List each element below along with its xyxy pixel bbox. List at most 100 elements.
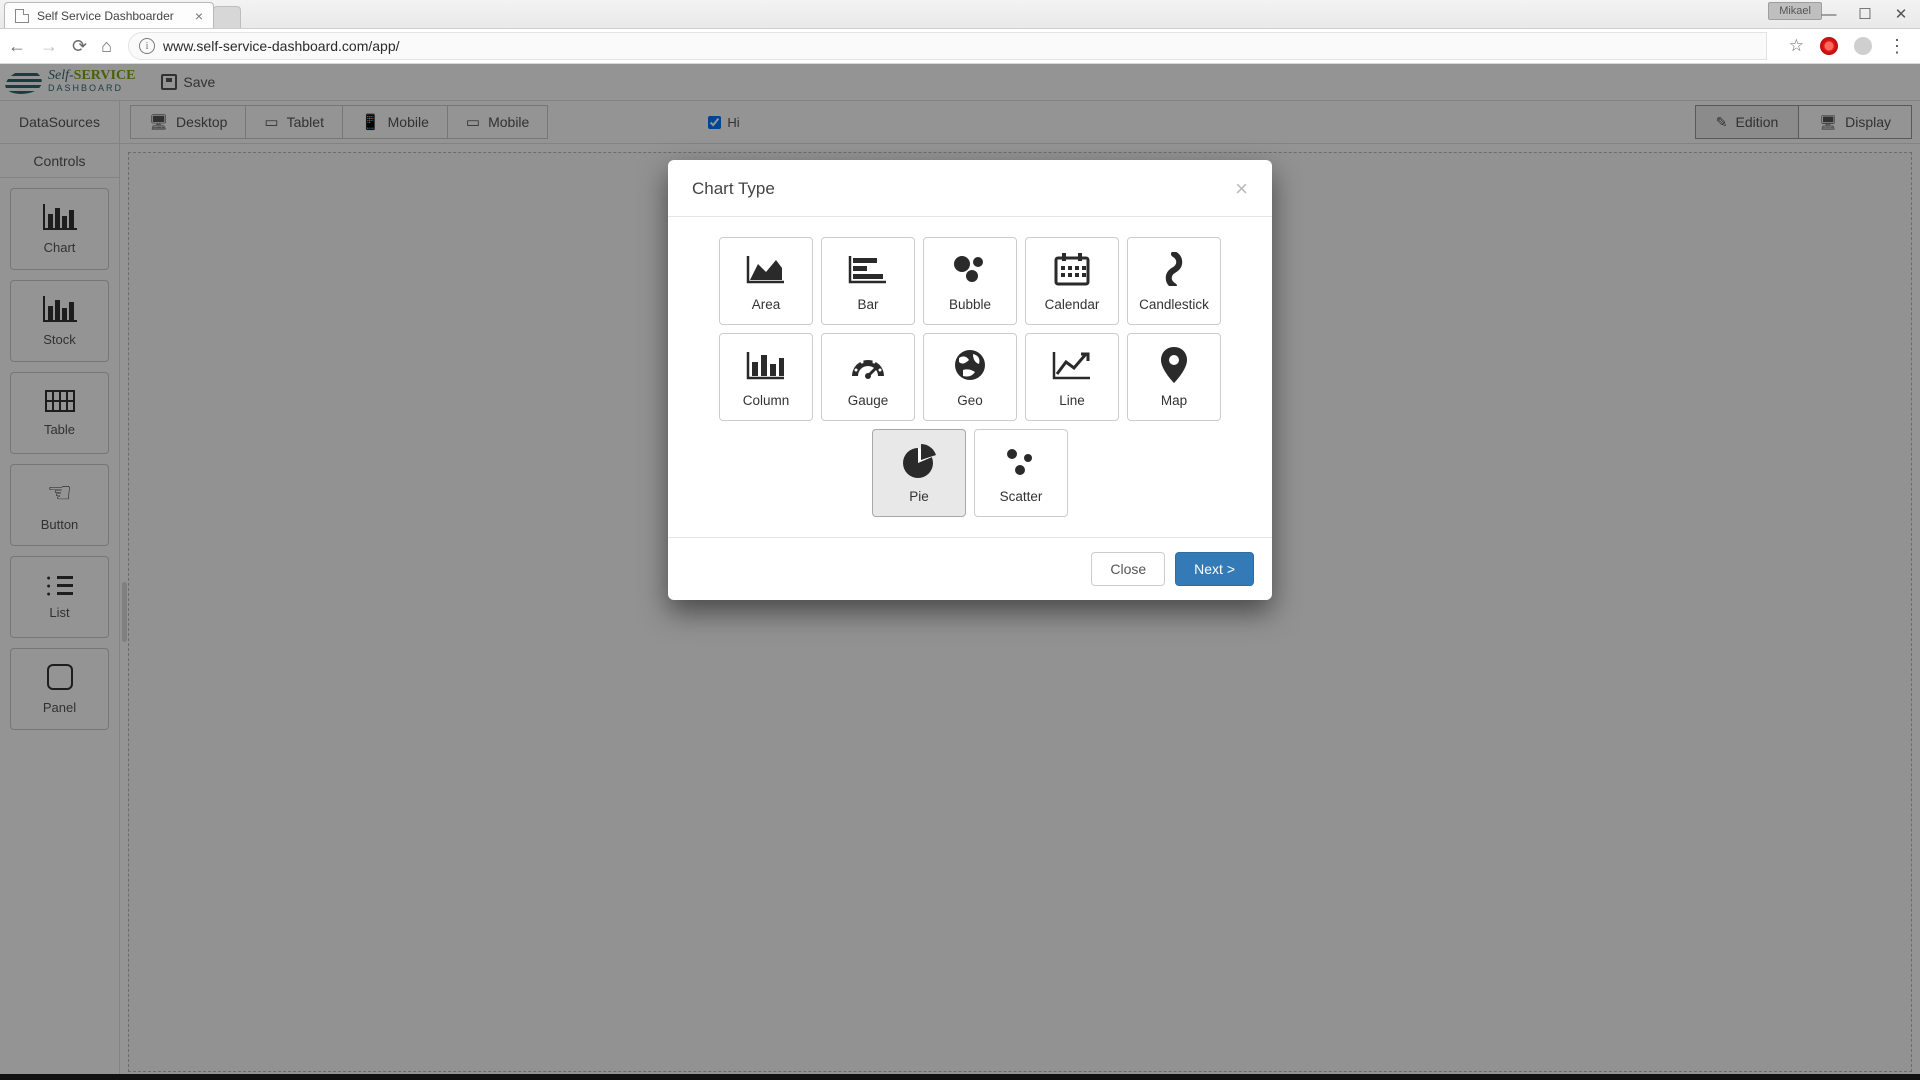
- line-icon: [1052, 347, 1092, 383]
- control-item-panel[interactable]: Panel: [10, 648, 109, 730]
- chart-type-grid: Area Bar BubbleCalendar Candlestick ColumnGa…: [668, 217, 1272, 537]
- hide-label: Hi: [727, 115, 739, 130]
- area-icon: [746, 251, 786, 287]
- device-label: Mobile: [388, 114, 429, 130]
- reload-icon[interactable]: ⟳: [72, 37, 87, 55]
- scatter-icon: [1001, 443, 1041, 479]
- minimize-icon[interactable]: —: [1820, 5, 1838, 23]
- chart-type-scatter[interactable]: Scatter: [974, 429, 1068, 517]
- back-icon[interactable]: ←: [8, 37, 26, 55]
- pointer-icon: ☞: [47, 479, 72, 507]
- splitter-handle[interactable]: [120, 144, 128, 1080]
- sidebar: Controls Chart Stock: [0, 144, 120, 1080]
- app-logo[interactable]: Self-SERVICE DASHBOARD: [6, 70, 135, 94]
- close-button[interactable]: Close: [1091, 552, 1165, 586]
- control-item-stock[interactable]: Stock: [10, 280, 109, 362]
- chart-type-gauge[interactable]: Gauge: [821, 333, 915, 421]
- edit-icon: ✎: [1716, 114, 1728, 131]
- bar-icon: [848, 251, 888, 287]
- desktop-icon: 🖥: [149, 113, 168, 131]
- logo-word1: Self-: [48, 68, 74, 83]
- modal-close-icon[interactable]: ×: [1235, 178, 1248, 200]
- chart-type-label: Line: [1059, 393, 1085, 408]
- mode-tabs: ✎ Edition 🖥 Display: [1695, 105, 1912, 139]
- panel-icon: [47, 664, 73, 690]
- chart-type-pie[interactable]: Pie: [872, 429, 966, 517]
- mode-tab-edition[interactable]: ✎ Edition: [1696, 106, 1799, 138]
- browser-menu-icon[interactable]: ⋮: [1888, 36, 1906, 57]
- home-icon[interactable]: ⌂: [101, 37, 112, 55]
- device-tab-tablet[interactable]: ▭ Tablet: [246, 106, 343, 138]
- chart-type-label: Candlestick: [1139, 297, 1209, 312]
- control-item-chart[interactable]: Chart: [10, 188, 109, 270]
- column-chart-icon: [43, 204, 77, 230]
- mode-label: Edition: [1736, 114, 1779, 130]
- site-info-icon[interactable]: i: [139, 38, 155, 54]
- opera-extension-icon[interactable]: [1820, 37, 1838, 55]
- save-button[interactable]: Save: [153, 70, 223, 94]
- mode-label: Display: [1845, 114, 1891, 130]
- chart-type-label: Geo: [957, 393, 983, 408]
- bubble-icon: [950, 251, 990, 287]
- chart-type-line[interactable]: Line: [1025, 333, 1119, 421]
- device-tab-mobile-portrait[interactable]: 📱 Mobile: [343, 106, 448, 138]
- chart-type-geo[interactable]: Geo: [923, 333, 1017, 421]
- candlestick-icon: [1154, 251, 1194, 287]
- bookmark-icon[interactable]: ☆: [1789, 36, 1804, 56]
- calendar-icon: [1052, 251, 1092, 287]
- hide-checkbox[interactable]: Hi: [708, 115, 739, 130]
- geo-icon: [950, 347, 990, 383]
- control-item-list[interactable]: List: [10, 556, 109, 638]
- list-icon: [47, 575, 73, 595]
- browser-tab-strip: Self Service Dashboarder × Mikael — ☐ ✕: [0, 0, 1920, 28]
- chart-type-bubble[interactable]: Bubble: [923, 237, 1017, 325]
- chart-type-modal: Chart Type × Area Bar BubbleCalendar Candle…: [668, 160, 1272, 600]
- url-text: www.self-service-dashboard.com/app/: [163, 38, 400, 54]
- new-tab-button[interactable]: [213, 6, 241, 28]
- save-icon: [161, 74, 177, 90]
- toolbar: DataSources 🖥 Desktop ▭ Tablet 📱 Mobile …: [0, 100, 1920, 144]
- os-taskbar: [0, 1074, 1920, 1080]
- control-label: Stock: [43, 332, 76, 347]
- device-label: Desktop: [176, 114, 227, 130]
- chart-type-area[interactable]: Area: [719, 237, 813, 325]
- address-bar[interactable]: i www.self-service-dashboard.com/app/: [128, 32, 1767, 60]
- device-label: Mobile: [488, 114, 529, 130]
- chart-type-candlestick[interactable]: Candlestick: [1127, 237, 1221, 325]
- device-tabs: 🖥 Desktop ▭ Tablet 📱 Mobile ▭ Mobile: [130, 105, 548, 139]
- datasources-tab[interactable]: DataSources: [0, 100, 120, 144]
- mode-tab-display[interactable]: 🖥 Display: [1798, 106, 1911, 138]
- control-item-table[interactable]: Table: [10, 372, 109, 454]
- tablet-icon: ▭: [264, 113, 278, 131]
- modal-title: Chart Type: [692, 179, 775, 199]
- column-icon: [746, 347, 786, 383]
- chart-type-bar[interactable]: Bar: [821, 237, 915, 325]
- device-tab-desktop[interactable]: 🖥 Desktop: [131, 106, 246, 138]
- next-button[interactable]: Next >: [1175, 552, 1254, 586]
- browser-tab[interactable]: Self Service Dashboarder ×: [4, 2, 214, 28]
- chart-type-column[interactable]: Column: [719, 333, 813, 421]
- browser-nav-bar: ← → ⟳ ⌂ i www.self-service-dashboard.com…: [0, 28, 1920, 64]
- chart-type-calendar[interactable]: Calendar: [1025, 237, 1119, 325]
- maximize-icon[interactable]: ☐: [1856, 5, 1874, 23]
- control-item-button[interactable]: ☞ Button: [10, 464, 109, 546]
- control-label: Chart: [44, 240, 76, 255]
- control-label: List: [49, 605, 69, 620]
- forward-icon[interactable]: →: [40, 37, 58, 55]
- control-label: Panel: [43, 700, 76, 715]
- app-header: Self-SERVICE DASHBOARD Save: [0, 64, 1920, 100]
- tab-title: Self Service Dashboarder: [37, 9, 174, 23]
- browser-profile-badge[interactable]: Mikael: [1768, 2, 1822, 20]
- tab-close-icon[interactable]: ×: [195, 9, 203, 23]
- chart-type-label: Bar: [857, 297, 878, 312]
- control-label: Table: [44, 422, 75, 437]
- device-label: Tablet: [287, 114, 324, 130]
- chart-type-map[interactable]: Map: [1127, 333, 1221, 421]
- hide-checkbox-input[interactable]: [708, 116, 721, 129]
- extension-icon[interactable]: [1854, 37, 1872, 55]
- logo-mark-icon: [3, 70, 45, 94]
- chart-type-label: Pie: [909, 489, 929, 504]
- controls-tab[interactable]: Controls: [0, 144, 119, 178]
- device-tab-mobile-landscape[interactable]: ▭ Mobile: [448, 106, 547, 138]
- close-window-icon[interactable]: ✕: [1892, 5, 1910, 23]
